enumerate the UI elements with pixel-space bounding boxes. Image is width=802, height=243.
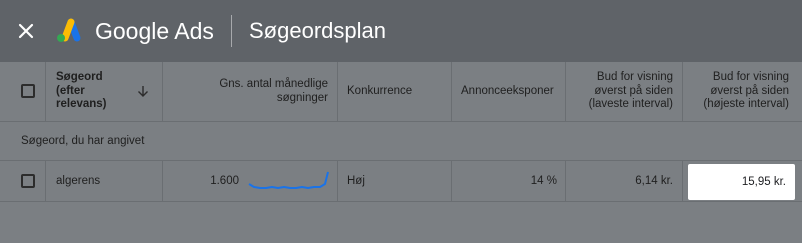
table-row: algerens 1.600 Høj 14 % 6,14 kr. [0,161,802,202]
section-header: Søgeord, du har angivet [0,122,802,161]
impression-share-cell: 14 % [452,161,566,201]
bid-low-cell: 6,14 kr. [566,161,683,201]
competition-cell: Høj [338,161,452,201]
column-label-bid-low: Bud for visning øverst på siden (laveste… [588,71,673,111]
column-label-keyword: Søgeord (efter relevans) [56,71,107,111]
column-header-competition[interactable]: Konkurrence [338,62,452,121]
table-header: Søgeord (efter relevans) Gns. antal måne… [0,62,802,122]
avg-searches-value: 1.600 [210,175,239,187]
google-ads-logo-icon [53,17,83,44]
page-title: Søgeordsplan [249,18,386,43]
column-header-bid-low[interactable]: Bud for visning øverst på siden (laveste… [566,62,683,121]
column-header-keyword[interactable]: Søgeord (efter relevans) [46,62,163,121]
section-label: Søgeord, du har angivet [21,135,145,147]
keyword-table: Søgeord (efter relevans) Gns. antal måne… [0,62,802,243]
row-checkbox[interactable] [21,174,35,188]
keyword-cell: algerens [46,161,163,201]
impression-share-value: 14 % [530,175,557,187]
avg-searches-cell: 1.600 [163,161,338,201]
column-header-impression-share[interactable]: Annonceeksponer [452,62,566,121]
search-trend-sparkline[interactable] [248,170,329,192]
column-header-bid-high[interactable]: Bud for visning øverst på siden (højeste… [683,62,802,121]
bid-low-value: 6,14 kr. [635,175,673,187]
column-label-impression-share: Annonceeksponer [461,84,554,97]
column-header-avg-searches[interactable]: Gns. antal månedlige søgninger [163,62,338,121]
column-label-bid-high: Bud for visning øverst på siden (højeste… [703,71,789,111]
row-select-cell [0,161,46,201]
column-label-avg-searches: Gns. antal månedlige søgninger [219,78,328,104]
competition-value: Høj [347,175,365,187]
top-bar: Google Ads Søgeordsplan [0,0,802,62]
header-divider [231,15,232,47]
bid-high-value: 15,95 kr. [741,176,786,188]
sort-arrow-down-icon [138,86,148,97]
select-all-checkbox[interactable] [21,84,35,98]
select-all-cell [0,62,46,121]
keyword-text: algerens [56,175,101,187]
product-name: Google Ads [95,18,214,44]
bid-high-input[interactable]: 15,95 kr. [688,164,795,200]
column-label-competition: Konkurrence [347,84,413,97]
close-icon[interactable] [14,19,38,43]
